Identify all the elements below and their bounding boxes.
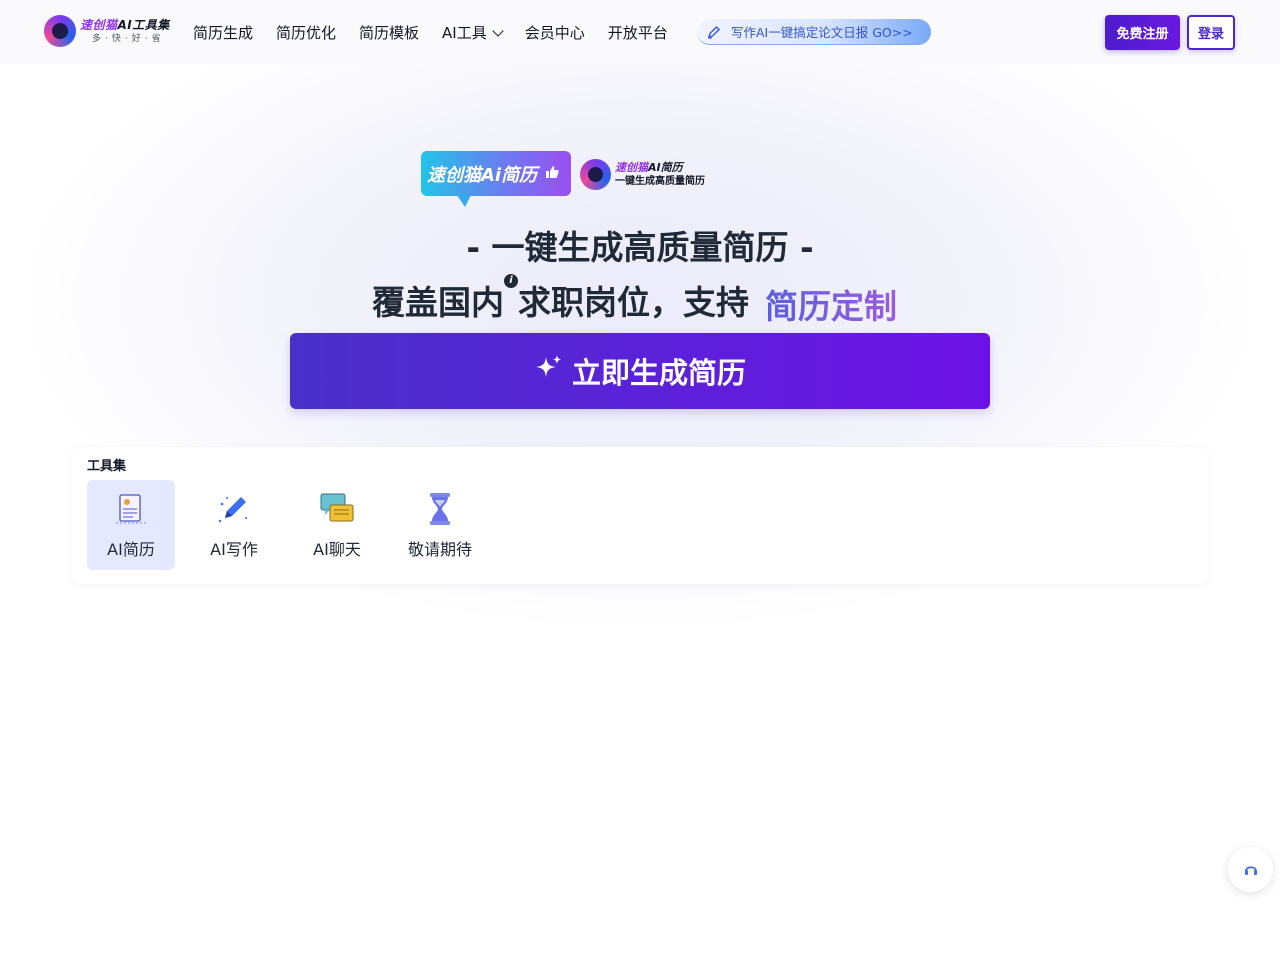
register-button[interactable]: 免费注册 xyxy=(1105,15,1180,50)
hero-section: 速创猫Ai简历 速创猫AI简历 一键生成高质量简历 - 一键生成高质量简历 - … xyxy=(0,0,1280,960)
cat-logo-icon xyxy=(580,159,611,190)
nav-resume-templates[interactable]: 简历模板 xyxy=(359,22,419,43)
thumbs-up-icon xyxy=(545,165,559,183)
site-logo[interactable]: 速创猫AI工具集 多·快·好·省 xyxy=(44,15,170,47)
logo-tagline: 多·快·好·省 xyxy=(92,33,165,44)
customer-support-button[interactable] xyxy=(1228,847,1273,892)
nav-resume-optimize[interactable]: 简历优化 xyxy=(276,22,336,43)
promo-text: 写作AI一键搞定论文日报 GO>> xyxy=(731,25,913,40)
pen-icon xyxy=(218,497,247,523)
main-nav: 简历生成 简历优化 简历模板 AI工具 会员中心 开放平台 xyxy=(193,22,691,43)
product-badge: 速创猫Ai简历 xyxy=(421,151,571,207)
generate-resume-button[interactable]: 立即生成简历 xyxy=(290,333,990,409)
tool-ai-writing[interactable]: AI写作 xyxy=(190,480,278,570)
tool-ai-resume[interactable]: AI简历 xyxy=(87,480,175,570)
headset-icon xyxy=(1244,865,1257,875)
sparkles-icon xyxy=(534,353,564,390)
promo-banner[interactable]: 写作AI一键搞定论文日报 GO>> xyxy=(697,19,931,45)
nav-member-center[interactable]: 会员中心 xyxy=(525,22,585,43)
rotating-highlight: 简历定制 xyxy=(765,280,897,328)
top-navbar: 速创猫AI工具集 多·快·好·省 简历生成 简历优化 简历模板 AI工具 会员中… xyxy=(0,0,1280,64)
hero-subline: 覆盖国内 i 求职岗位，支持 简历定制 xyxy=(372,274,897,326)
logo-title: 速创猫AI工具集 xyxy=(80,17,170,32)
nav-ai-tools[interactable]: AI工具 xyxy=(442,22,504,43)
tools-title: 工具集 xyxy=(87,459,127,474)
login-button[interactable]: 登录 xyxy=(1187,15,1235,50)
chevron-down-icon xyxy=(492,24,504,37)
tool-coming-soon[interactable]: 敬请期待 xyxy=(396,480,484,570)
hourglass-icon xyxy=(430,493,450,525)
info-icon[interactable]: i xyxy=(504,274,518,288)
pencil-icon xyxy=(707,25,721,39)
cat-logo-icon xyxy=(44,15,76,47)
hero-headline: - 一键生成高质量简历 - xyxy=(466,228,814,267)
nav-resume-generate[interactable]: 简历生成 xyxy=(193,22,253,43)
nav-open-platform[interactable]: 开放平台 xyxy=(608,22,668,43)
product-brand: 速创猫AI简历 一键生成高质量简历 xyxy=(580,159,705,190)
tools-panel: 工具集 AI简历 AI写作 AI聊天 敬请期待 xyxy=(72,447,1208,584)
chat-icon xyxy=(320,493,354,522)
tool-ai-chat[interactable]: AI聊天 xyxy=(293,480,381,570)
resume-icon xyxy=(116,494,146,524)
